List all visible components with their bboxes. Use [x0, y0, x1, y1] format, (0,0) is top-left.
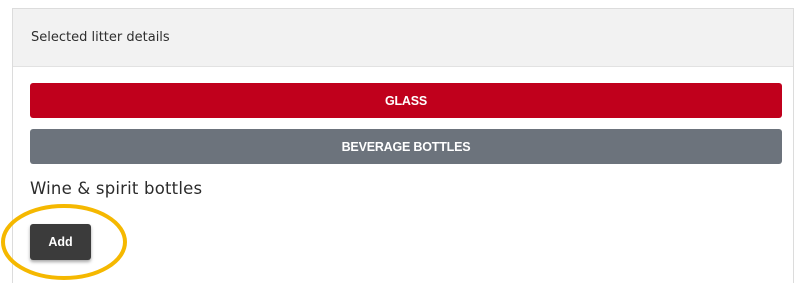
category-beverage-bottles-label: BEVERAGE BOTTLES — [341, 139, 471, 154]
category-beverage-bottles-bar[interactable]: BEVERAGE BOTTLES — [30, 129, 782, 164]
category-glass-label: GLASS — [384, 93, 428, 108]
category-glass-bar[interactable]: GLASS — [30, 83, 782, 118]
panel-header: Selected litter details — [13, 9, 793, 67]
add-button[interactable]: Add — [30, 224, 91, 260]
litter-details-panel: Selected litter details GLASS BEVERAGE B… — [12, 8, 794, 283]
selected-item-name: Wine & spirit bottles — [30, 179, 203, 198]
panel-header-title: Selected litter details — [31, 30, 170, 45]
